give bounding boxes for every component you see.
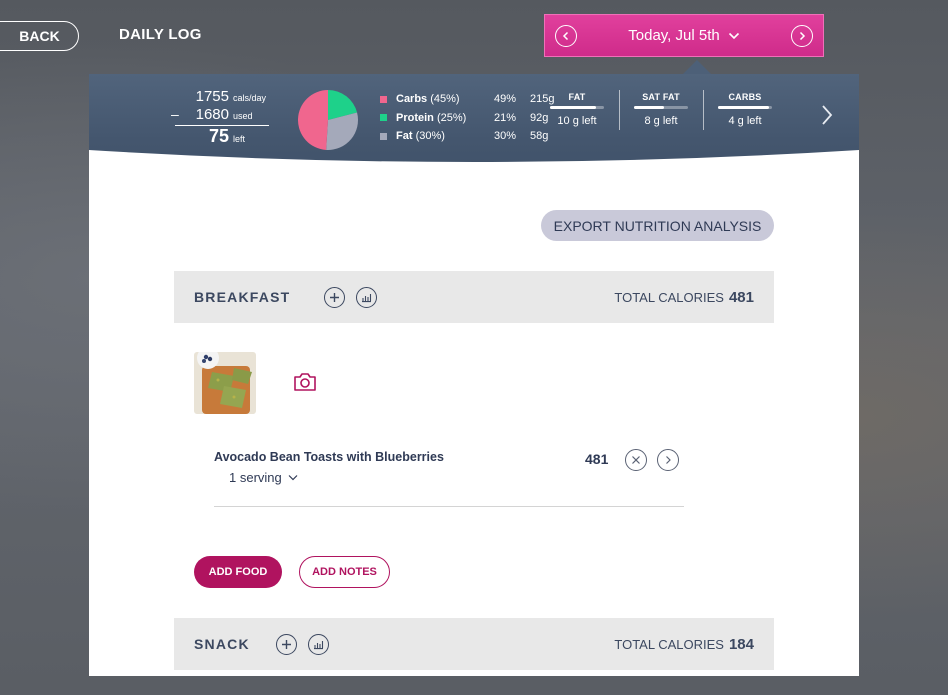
plus-icon <box>281 639 291 649</box>
nutrient-bar-fill <box>634 106 664 109</box>
legend-swatch <box>380 114 387 122</box>
date-dropdown[interactable]: Today, Jul 5th <box>628 27 739 44</box>
chevron-left-icon <box>562 31 569 40</box>
pie-slice-carbs <box>298 90 328 150</box>
nutrient-bar-fill <box>718 106 770 109</box>
next-nutrients-button[interactable] <box>819 104 835 131</box>
chevron-down-icon <box>728 32 739 39</box>
breakfast-analysis-button[interactable] <box>356 286 378 308</box>
nutrition-summary: 1755 cals/day – 1680 used 75 left Carbs … <box>89 74 859 184</box>
food-item-calories: 481 <box>585 451 609 467</box>
calories-used-unit: used <box>233 111 253 121</box>
nutrient-label: SAT FAT <box>642 92 680 102</box>
header-curve <box>89 150 859 184</box>
page-title: DAILY LOG <box>119 26 202 43</box>
nutrient-left-value: 10 g left <box>557 115 597 127</box>
nutrient-sat-fat: SAT FAT 8 g left <box>631 92 691 127</box>
nutrient-bar <box>634 106 688 109</box>
food-details-button[interactable] <box>657 449 679 471</box>
macro-actual-pct: 49% <box>494 93 517 106</box>
next-day-button[interactable] <box>790 24 813 47</box>
breakfast-header: BREAKFAST TOTAL CALORIES 481 <box>174 271 774 323</box>
macro-grams: 58g <box>530 130 549 143</box>
nutrient-divider <box>619 90 620 130</box>
total-calories-label: TOTAL CALORIES <box>614 636 724 652</box>
chevron-right-icon <box>822 105 833 125</box>
macro-legend: Carbs (45%) 49% 215g Protein (25%) 21% 92g Fat… <box>380 90 570 146</box>
food-divider <box>214 506 684 507</box>
snack-analysis-button[interactable] <box>307 633 329 655</box>
bar-chart-icon <box>313 640 323 649</box>
calories-per-day-unit: cals/day <box>233 93 267 103</box>
calorie-summary: 1755 cals/day – 1680 used 75 left <box>169 89 269 147</box>
close-icon <box>632 456 640 464</box>
macro-name: Carbs (45%) <box>396 93 460 106</box>
calories-used: – 1680 used <box>169 106 269 124</box>
chevron-right-icon <box>666 456 671 464</box>
calories-left-value: 75 <box>208 126 229 146</box>
snack-total-calories: TOTAL CALORIES 184 <box>614 636 754 653</box>
avocado-toast-image <box>194 352 256 414</box>
calories-used-value: 1680 <box>195 106 229 123</box>
bar-chart-icon <box>362 293 372 302</box>
food-item-name[interactable]: Avocado Bean Toasts with Blueberries <box>214 450 444 464</box>
total-calories-value: 184 <box>728 635 754 653</box>
nutrient-bar <box>550 106 604 109</box>
macro-actual-pct: 21% <box>494 111 517 124</box>
daily-log-panel: 1755 cals/day – 1680 used 75 left Carbs … <box>89 74 859 676</box>
legend-swatch <box>380 132 387 140</box>
camera-button[interactable] <box>292 371 318 398</box>
snack-header: SNACK TOTAL CALORIES 184 <box>174 618 774 670</box>
chevron-right-icon <box>799 31 806 40</box>
nutrient-bar-fill <box>550 106 596 109</box>
date-picker-pointer <box>683 60 711 74</box>
serving-label: 1 serving <box>229 470 282 485</box>
plus-icon <box>330 292 340 302</box>
legend-swatch <box>380 95 387 103</box>
nutrient-left-value: 4 g left <box>728 115 762 127</box>
macro-row-fat: Fat (30%) 30% 58g <box>380 127 570 146</box>
add-breakfast-button[interactable] <box>324 286 346 308</box>
back-button[interactable]: BACK <box>0 21 79 51</box>
previous-day-button[interactable] <box>555 24 577 47</box>
macro-pie-chart <box>298 90 358 150</box>
remove-food-button[interactable] <box>625 449 647 471</box>
export-nutrition-analysis-button[interactable]: EXPORT NUTRITION ANALYSIS <box>541 210 774 241</box>
total-calories-label: TOTAL CALORIES <box>614 289 724 305</box>
macro-actual-pct: 30% <box>494 130 517 143</box>
nutrient-bar <box>718 106 772 109</box>
calories-per-day-value: 1755 <box>195 88 229 105</box>
add-food-button[interactable]: ADD FOOD <box>194 556 282 588</box>
date-picker[interactable]: Today, Jul 5th <box>544 14 824 57</box>
serving-dropdown[interactable]: 1 serving <box>229 470 298 485</box>
macro-row-protein: Protein (25%) 21% 92g <box>380 109 570 128</box>
add-snack-button[interactable] <box>275 633 297 655</box>
nutrient-label: CARBS <box>728 92 762 102</box>
nutrient-label: FAT <box>568 92 586 102</box>
meal-title: SNACK <box>194 636 250 652</box>
breakfast-total-calories: TOTAL CALORIES 481 <box>614 289 754 306</box>
minus-sign: – <box>171 106 179 122</box>
meal-title: BREAKFAST <box>194 289 291 305</box>
calories-per-day: 1755 cals/day <box>169 89 269 106</box>
camera-icon <box>294 373 316 391</box>
nutrient-fat: FAT 10 g left <box>547 92 607 127</box>
macro-row-carbs: Carbs (45%) 49% 215g <box>380 90 570 109</box>
nutrient-left-value: 8 g left <box>644 115 678 127</box>
macro-name: Protein (25%) <box>396 111 467 124</box>
total-calories-value: 481 <box>728 288 754 306</box>
food-photo[interactable] <box>194 352 256 414</box>
chevron-down-icon <box>288 475 298 481</box>
add-notes-button[interactable]: ADD NOTES <box>299 556 390 588</box>
nutrient-carbs: CARBS 4 g left <box>715 92 775 127</box>
nutrient-divider <box>703 90 704 130</box>
macro-name: Fat (30%) <box>396 130 445 143</box>
date-label: Today, Jul 5th <box>628 27 720 44</box>
